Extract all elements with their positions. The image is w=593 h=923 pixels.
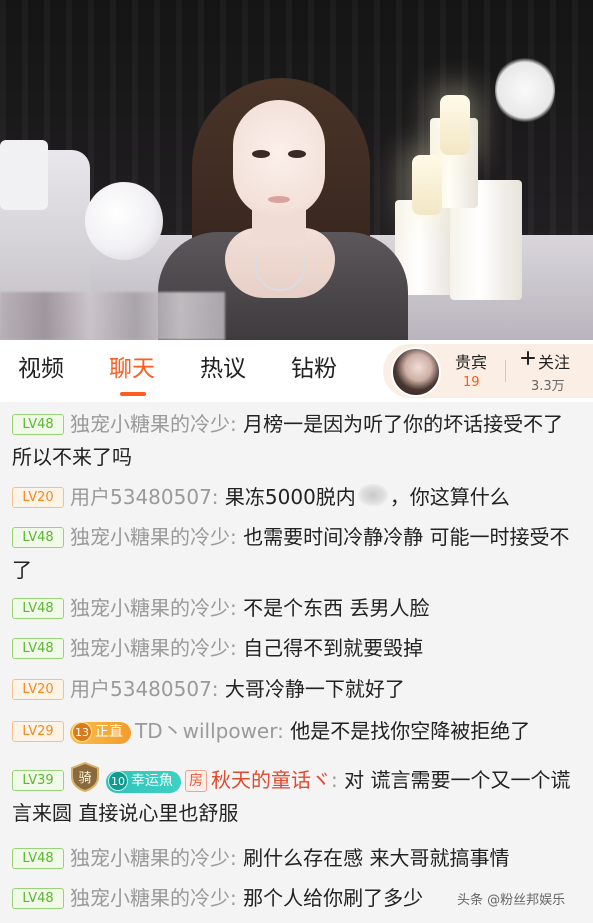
follower-count: 3.3万 [531,379,565,394]
chat-username[interactable]: 独宠小糖果的冷少 [70,596,230,620]
chat-separator: : [230,596,237,620]
watermark: 头条 @粉丝邦娱乐 [457,893,566,908]
chat-username[interactable]: 独宠小糖果的冷少 [70,636,230,660]
vip-count: 19 [463,375,480,390]
chat-separator: : [230,525,237,549]
mosaic-blur [0,292,225,340]
chat-list[interactable]: LV48 独宠小糖果的冷少: 月榜一是因为听了你的坏话接受不了 所以不来了吗 LV… [0,402,593,923]
follow-button[interactable]: 关注 [538,349,570,373]
chat-separator: : [211,677,219,701]
level-badge: LV48 [12,414,64,435]
chat-message: LV20 用户53480507: 果冻5000脱内 ，你这算什么 [12,481,582,514]
plus-icon[interactable] [521,351,535,365]
level-badge: LV20 [12,679,64,700]
level-badge: LV39 [12,770,64,791]
fan-badge: 10 幸运魚 [106,771,181,793]
chat-username[interactable]: 秋天的童话ヾ [211,768,331,792]
fan-badge-name: 正直 [95,724,123,740]
chat-text: 大哥冷静一下就好了 [224,677,405,701]
chat-text: 那个人给你刷了多少 [243,886,424,910]
divider [505,360,506,382]
level-badge: LV20 [12,487,64,508]
chat-message: LV48 独宠小糖果的冷少: 自己得不到就要毁掉 [12,632,582,665]
chat-username[interactable]: 独宠小糖果的冷少 [70,886,230,910]
video-cushion [0,140,48,210]
video-flowers [495,55,555,125]
room-manager-badge: 房 [185,770,207,792]
live-video[interactable] [0,0,593,340]
chat-message: LV39 骑 10 幸运魚房秋天的童话ヾ: 对 谎言需要一个又一个谎言来圆 直接说… [12,762,582,830]
vip-label: 贵宾 [455,353,488,372]
fan-badge-level: 13 [72,722,92,742]
chat-text: 果冻5000脱内 [224,485,356,509]
chat-text: 自己得不到就要毁掉 [243,636,424,660]
fan-badge: 13 正直 [70,722,131,744]
chat-separator: : [230,412,237,436]
chat-message: LV48 独宠小糖果的冷少: 也需要时间冷静冷静 可能一时接受不了 [12,521,582,587]
chat-username[interactable]: 用户53480507 [70,677,212,701]
knight-icon-label: 骑 [78,771,91,786]
chat-separator: : [331,768,338,792]
streamer-avatar[interactable] [391,347,441,397]
video-candle [412,155,442,215]
chat-text: 刷什么存在感 来大哥就搞事情 [243,846,510,870]
chat-message: LV48 独宠小糖果的冷少: 月榜一是因为听了你的坏话接受不了 所以不来了吗 [12,408,582,474]
chat-message: LV29 13 正直 TD丶willpower: 他是不是找你空降被拒绝了 [12,715,582,748]
chat-separator: : [230,636,237,660]
chat-username[interactable]: 用户53480507 [70,485,212,509]
tab-chat[interactable]: 聊天 [109,354,155,384]
active-tab-indicator [120,392,146,396]
chat-text: 他是不是找你空降被拒绝了 [290,719,531,743]
chat-username[interactable]: 独宠小糖果的冷少 [70,525,230,549]
tab-video[interactable]: 视频 [18,354,64,384]
chat-separator: : [211,485,219,509]
level-badge: LV48 [12,598,64,619]
chat-separator: : [277,719,284,743]
chat-message: LV20 用户53480507: 大哥冷静一下就好了 [12,673,582,706]
video-sphere-lamp [85,182,163,260]
chat-text: 不是个东西 丢男人脸 [243,596,430,620]
chat-separator: : [230,846,237,870]
streamer-eye [288,150,306,158]
chat-message: LV48 独宠小糖果的冷少: 刷什么存在感 来大哥就搞事情 [12,842,582,875]
level-badge: LV48 [12,848,64,869]
level-badge: LV48 [12,527,64,548]
chat-text: ，你这算什么 [389,485,510,509]
fan-badge-level: 10 [108,771,128,791]
censor-smudge [357,484,388,506]
chat-username[interactable]: TD丶willpower [135,719,277,743]
chat-username[interactable]: 独宠小糖果的冷少 [70,412,230,436]
level-badge: LV48 [12,638,64,659]
streamer-eye [252,150,270,158]
chat-message: LV48 独宠小糖果的冷少: 不是个东西 丢男人脸 [12,592,582,625]
tab-diamond-fans[interactable]: 钻粉 [291,354,337,384]
knight-shield-icon: 骑 [71,762,99,792]
video-candle [440,95,470,155]
fan-badge-name: 幸运魚 [131,773,173,789]
level-badge: LV48 [12,888,64,909]
tab-discussion[interactable]: 热议 [200,354,246,384]
level-badge: LV29 [12,721,64,742]
streamer-lips [268,196,290,203]
chat-username[interactable]: 独宠小糖果的冷少 [70,846,230,870]
chat-separator: : [230,886,237,910]
